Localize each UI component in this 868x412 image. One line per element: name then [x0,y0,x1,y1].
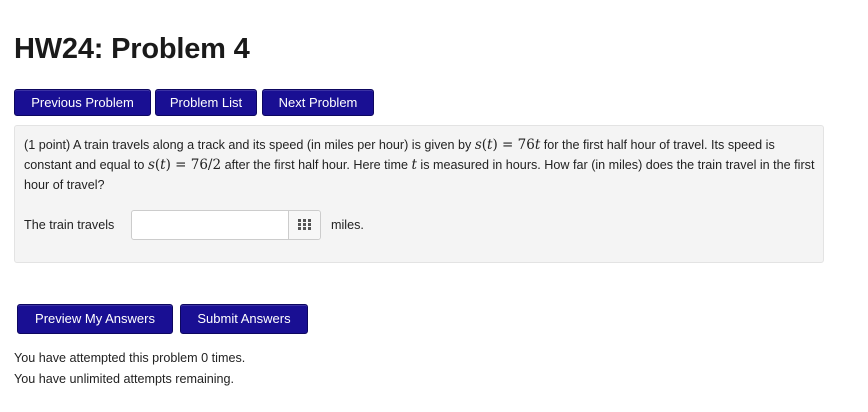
attempts-remaining: You have unlimited attempts remaining. [14,372,235,386]
equation-palette-button[interactable] [288,211,320,239]
problem-box: (1 point) A train travels along a track … [14,125,824,263]
problem-points: (1 point) [24,138,71,152]
answer-unit: miles. [331,218,364,232]
page-title: HW24: Problem 4 [14,33,250,65]
answer-label: The train travels [24,218,115,232]
previous-problem-button[interactable]: Previous Problem [14,89,151,116]
next-problem-button[interactable]: Next Problem [262,89,374,116]
submit-answers-button[interactable]: Submit Answers [180,304,308,334]
speed-formula-2: s(t) = 76/2 [147,157,222,173]
problem-text-1: A train travels along a track and its sp… [73,138,472,152]
speed-formula-1: s(t) = 76t [474,137,541,153]
problem-list-button[interactable]: Problem List [155,89,257,116]
attempts-count: You have attempted this problem 0 times. [14,351,246,365]
grid-icon [298,219,311,230]
problem-statement: (1 point) A train travels along a track … [24,135,816,195]
problem-text-3: after the first half hour. Here time [224,158,408,172]
answer-row: The train travels miles. [24,210,624,240]
preview-answers-button[interactable]: Preview My Answers [17,304,173,334]
time-variable: t [411,157,417,173]
problem-page: HW24: Problem 4 Previous Problem Problem… [0,0,868,412]
